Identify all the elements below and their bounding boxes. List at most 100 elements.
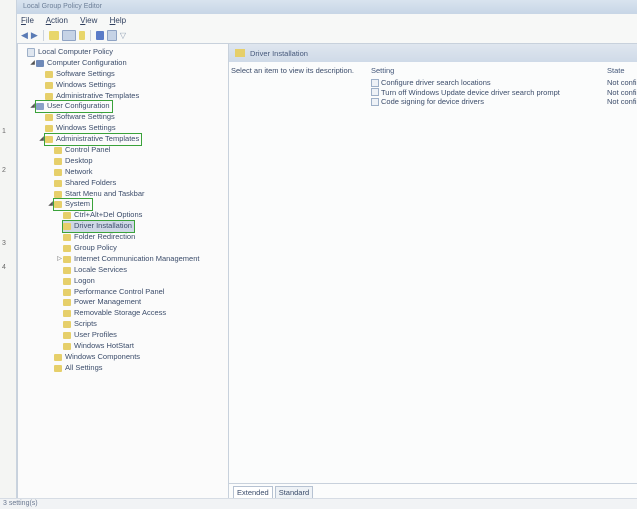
setting-icon: [371, 78, 379, 87]
expand-arrow-icon[interactable]: ◢: [29, 101, 36, 112]
node-content[interactable]: Windows Settings: [45, 123, 116, 134]
expand-arrow-icon[interactable]: ◢: [38, 134, 45, 145]
tree-node[interactable]: Software Settings: [18, 69, 228, 80]
tree-node[interactable]: User Profiles: [18, 330, 228, 341]
tab-extended[interactable]: Extended: [233, 486, 273, 498]
tree-node[interactable]: Control Panel: [18, 145, 228, 156]
column-state[interactable]: State: [607, 66, 637, 78]
tree-node-label: All Settings: [65, 362, 103, 372]
node-content[interactable]: Administrative Templates: [45, 91, 139, 102]
tree-node[interactable]: ◢ Administrative Templates: [18, 133, 228, 147]
tree-node[interactable]: Administrative Templates: [18, 91, 228, 102]
highlighted-node[interactable]: System: [52, 198, 94, 212]
annotation-markers: 1 2 3 4: [0, 0, 16, 509]
node-content[interactable]: Group Policy: [63, 243, 117, 254]
node-content[interactable]: Network: [54, 167, 93, 178]
tree-node[interactable]: Driver Installation: [18, 220, 228, 234]
tree-node[interactable]: Removable Storage Access: [18, 308, 228, 319]
node-content[interactable]: All Settings: [54, 363, 103, 374]
setting-state: Not configu: [607, 87, 637, 97]
tree-node-label: Local Computer Policy: [38, 47, 114, 56]
forward-arrow-icon[interactable]: ▶: [31, 30, 38, 40]
node-content[interactable]: Windows HotStart: [63, 341, 134, 352]
description-text: Select an item to view its description.: [231, 66, 354, 75]
up-folder-icon[interactable]: [48, 30, 59, 40]
tree-node[interactable]: Local Computer Policy: [18, 47, 228, 58]
tree-node-label: Administrative Templates: [56, 90, 140, 100]
tree-node[interactable]: Windows HotStart: [18, 341, 228, 352]
filter-icon[interactable]: ▽: [120, 31, 126, 40]
highlighted-node[interactable]: Administrative Templates: [43, 133, 143, 147]
tree-node[interactable]: ◢ Computer Configuration: [18, 58, 228, 69]
menu-file[interactable]: File: [21, 16, 34, 25]
expand-arrow-icon[interactable]: ▷: [56, 254, 63, 265]
tab-standard[interactable]: Standard: [274, 486, 314, 498]
help-icon[interactable]: [95, 30, 104, 40]
node-content[interactable]: Power Management: [63, 297, 141, 308]
export-list-icon[interactable]: [78, 30, 85, 40]
tree-node[interactable]: Desktop: [18, 156, 228, 167]
column-setting[interactable]: Setting: [371, 66, 607, 78]
step-marker-3: 3: [2, 240, 6, 247]
menu-action[interactable]: Action: [46, 16, 68, 25]
folder-icon: [63, 288, 71, 296]
highlighted-node[interactable]: User Configuration: [35, 100, 113, 114]
show-pane-icon[interactable]: [61, 29, 76, 41]
node-content[interactable]: Software Settings: [45, 112, 115, 123]
tree-node[interactable]: Folder Redirection: [18, 232, 228, 243]
node-content[interactable]: Software Settings: [45, 69, 115, 80]
tree-node[interactable]: Software Settings: [18, 112, 228, 123]
tree-node-label: Start Menu and Taskbar: [65, 188, 145, 198]
node-content[interactable]: Windows Components: [54, 352, 140, 363]
tree-node[interactable]: Locale Services: [18, 265, 228, 276]
tree-node[interactable]: All Settings: [18, 363, 228, 374]
node-content[interactable]: Scripts: [63, 319, 97, 330]
folder-icon: [54, 146, 62, 154]
expand-arrow-icon[interactable]: ◢: [29, 58, 36, 69]
title-bar: Local Group Policy Editor: [17, 0, 637, 14]
node-content[interactable]: Internet Communication Management: [63, 254, 199, 265]
node-content[interactable]: Folder Redirection: [63, 232, 135, 243]
tree-node[interactable]: ◢ System: [18, 198, 228, 212]
folder-icon: [63, 277, 71, 285]
node-content[interactable]: Computer Configuration: [36, 58, 127, 69]
tree-node[interactable]: Network: [18, 167, 228, 178]
tree-node[interactable]: Group Policy: [18, 243, 228, 254]
tree-node[interactable]: Performance Control Panel: [18, 287, 228, 298]
node-content[interactable]: Shared Folders: [54, 178, 116, 189]
tree-node[interactable]: Logon: [18, 276, 228, 287]
node-content[interactable]: Windows Settings: [45, 80, 116, 91]
policy-tree[interactable]: Local Computer Policy ◢ Computer Configura…: [17, 43, 229, 499]
expand-arrow-icon[interactable]: ◢: [47, 199, 54, 210]
highlighted-node[interactable]: Driver Installation: [62, 220, 135, 234]
node-content[interactable]: Control Panel: [54, 145, 110, 156]
setting-row[interactable]: Turn off Windows Update device driver se…: [371, 88, 637, 98]
node-content[interactable]: Ctrl+Alt+Del Options: [63, 210, 142, 221]
tree-node[interactable]: Power Management: [18, 297, 228, 308]
node-content[interactable]: Start Menu and Taskbar: [54, 189, 145, 200]
group-policy-window: Local Group Policy Editor File Action Vi…: [16, 0, 637, 509]
node-content[interactable]: Logon: [63, 276, 95, 287]
tree-node[interactable]: Windows Settings: [18, 80, 228, 91]
tree-node[interactable]: ◢ User Configuration: [18, 100, 228, 114]
tree-node[interactable]: Ctrl+Alt+Del Options: [18, 210, 228, 221]
node-content[interactable]: Locale Services: [63, 265, 127, 276]
details-pane: Driver Installation Select an item to vi…: [229, 43, 637, 499]
tree-node[interactable]: Windows Components: [18, 352, 228, 363]
node-content[interactable]: Desktop: [54, 156, 93, 167]
setting-row[interactable]: Configure driver search locations Not con…: [371, 78, 637, 88]
tree-node[interactable]: Shared Folders: [18, 178, 228, 189]
back-arrow-icon[interactable]: ◀: [21, 30, 28, 40]
properties-icon[interactable]: [106, 29, 117, 41]
node-content[interactable]: Local Computer Policy: [27, 47, 113, 58]
node-content[interactable]: Performance Control Panel: [63, 287, 164, 298]
tree-node[interactable]: Start Menu and Taskbar: [18, 189, 228, 200]
setting-row[interactable]: Code signing for device drivers Not confi…: [371, 97, 637, 107]
node-content[interactable]: User Profiles: [63, 330, 117, 341]
tree-node[interactable]: Scripts: [18, 319, 228, 330]
menu-help[interactable]: Help: [110, 16, 126, 25]
tree-node[interactable]: ▷ Internet Communication Management: [18, 254, 228, 265]
menu-view[interactable]: View: [80, 16, 97, 25]
tree-node[interactable]: Windows Settings: [18, 123, 228, 134]
node-content[interactable]: Removable Storage Access: [63, 308, 166, 319]
